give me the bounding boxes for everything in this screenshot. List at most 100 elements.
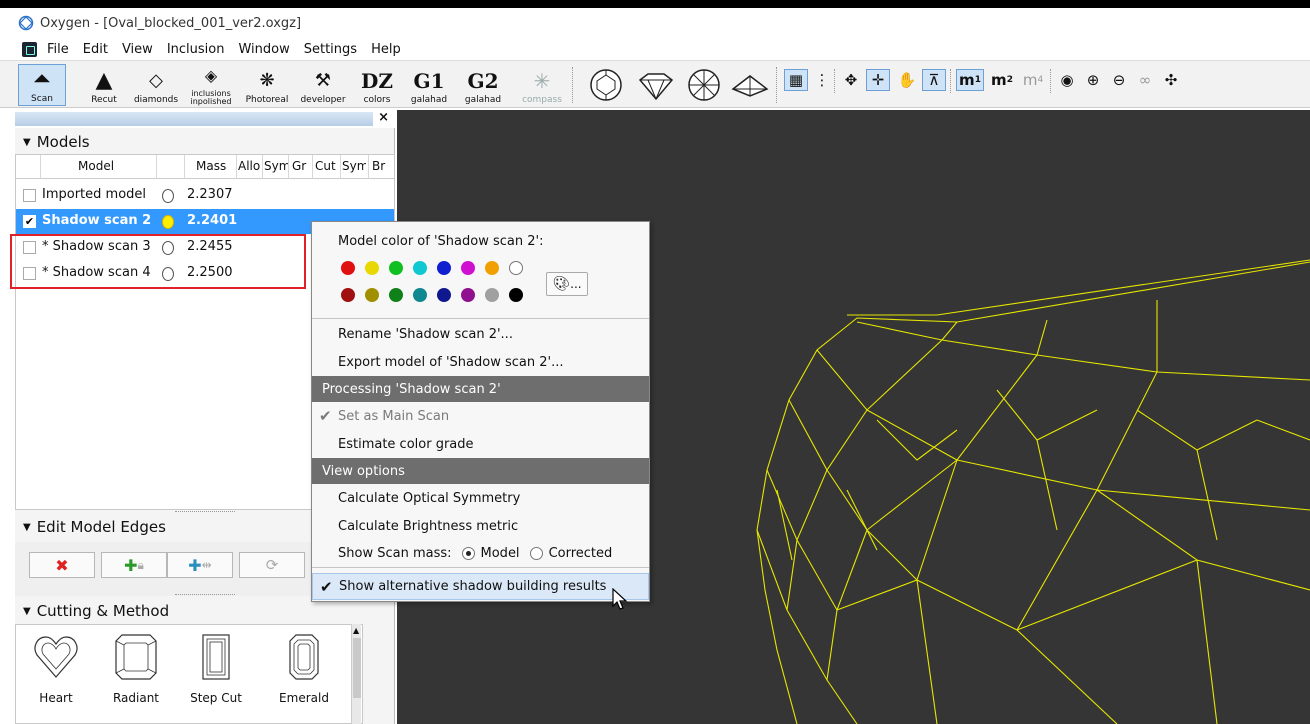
color-swatch-red[interactable]	[341, 261, 355, 275]
col-gr[interactable]: Gr	[292, 159, 306, 173]
zoom-out-icon[interactable]: ⊖	[1108, 69, 1130, 91]
shapes-scrollbar[interactable]: ▲	[351, 624, 361, 724]
photoreal-button[interactable]: ❋ Photoreal	[242, 64, 292, 106]
color-swatch-orange[interactable]	[485, 261, 499, 275]
scan-button[interactable]: ⏶ Scan	[18, 64, 66, 106]
splitter-grip[interactable]	[175, 511, 235, 514]
scroll-up-arrow-icon[interactable]: ▲	[353, 626, 359, 635]
splitter-grip[interactable]	[175, 594, 235, 597]
model-checkbox[interactable]	[23, 189, 36, 202]
m1-sub: 1	[974, 75, 981, 85]
m1-button[interactable]: m1	[956, 69, 984, 91]
pan-icon[interactable]: ✛	[866, 69, 890, 91]
scan-mass-corrected-label[interactable]: Corrected	[549, 546, 613, 561]
optical-symmetry-menu-item[interactable]: Calculate Optical Symmetry	[312, 485, 649, 511]
color-swatch-navy[interactable]	[437, 288, 451, 302]
brightness-metric-menu-item[interactable]: Calculate Brightness metric	[312, 513, 649, 539]
g2-galahad-button[interactable]: G2 galahad	[462, 64, 504, 106]
delete-edge-button[interactable]: ✖	[29, 552, 95, 578]
menu-window[interactable]: Window	[238, 42, 289, 57]
inclusions-button[interactable]: ◈ inclusions inpolished	[184, 64, 238, 106]
zoom-in-icon[interactable]: ⊕	[1082, 69, 1104, 91]
projection-icon[interactable]: ⊼	[922, 69, 946, 91]
models-section-header[interactable]: ▼ Models	[15, 130, 395, 154]
color-swatch-cyan[interactable]	[413, 261, 427, 275]
menu-separator	[312, 567, 649, 568]
processing-section-label: Processing 'Shadow scan 2'	[322, 381, 501, 397]
panel-title-bar[interactable]	[15, 112, 373, 126]
color-swatch-green[interactable]	[389, 261, 403, 275]
menu-settings[interactable]: Settings	[304, 42, 357, 57]
close-panel-icon[interactable]: ×	[378, 110, 389, 125]
eye-icon[interactable]: ◉	[1056, 69, 1078, 91]
compass-button[interactable]: ✳ compass	[518, 64, 566, 106]
color-swatch-dark-red[interactable]	[341, 288, 355, 302]
col-mass[interactable]: Mass	[196, 159, 226, 173]
menu-view[interactable]: View	[122, 42, 153, 57]
round-3d-view-icon[interactable]	[730, 73, 770, 99]
recut-button[interactable]: ▲ Recut	[84, 64, 124, 106]
model-row-imported[interactable]: Imported model 2.2307	[16, 183, 394, 208]
round-side-view-icon[interactable]	[636, 71, 676, 101]
diamonds-button[interactable]: ◇ diamonds	[131, 64, 181, 106]
g1-galahad-button[interactable]: G1 galahad	[408, 64, 450, 106]
color-swatch-purple[interactable]	[461, 288, 475, 302]
app-menu-icon[interactable]	[22, 41, 37, 57]
hand-icon[interactable]: ✋	[896, 69, 918, 91]
alt-shadow-results-menu-item[interactable]: ✔ Show alternative shadow building resul…	[312, 573, 649, 600]
menu-inclusion[interactable]: Inclusion	[167, 42, 225, 57]
scan-mass-corrected-radio[interactable]	[529, 546, 543, 560]
m2-button[interactable]: m2	[988, 69, 1016, 91]
menu-help[interactable]: Help	[371, 42, 401, 57]
scroll-thumb[interactable]	[353, 638, 361, 698]
color-swatch-yellow[interactable]	[365, 261, 379, 275]
col-sym-1[interactable]: Sym	[264, 159, 288, 173]
scan-mass-model-label[interactable]: Model	[481, 546, 520, 561]
col-cut[interactable]: Cut	[315, 159, 336, 173]
menu-file[interactable]: File	[47, 42, 69, 57]
shape-step-cut[interactable]: Step Cut	[178, 633, 254, 705]
set-main-scan-menu-item[interactable]: ✔ Set as Main Scan	[312, 403, 649, 429]
refresh-edges-button[interactable]: ⟳	[239, 552, 305, 578]
add-locked-edge-button[interactable]: ✚ 🔒︎	[101, 552, 167, 578]
dz-colors-button[interactable]: DZ colors	[357, 64, 397, 106]
round-bottom-view-icon[interactable]	[686, 67, 722, 103]
brightness-label: Calculate Brightness metric	[338, 518, 519, 534]
color-swatch-olive[interactable]	[365, 288, 379, 302]
color-swatch-blue[interactable]	[437, 261, 451, 275]
toolbar-separator	[776, 67, 778, 103]
vertical-bar-icon[interactable]: ⋮	[812, 69, 832, 91]
menu-bar: File Edit View Inclusion Window Settings…	[0, 38, 1310, 60]
shape-emerald[interactable]: Emerald	[266, 633, 342, 705]
oxygen-logo-icon	[18, 15, 34, 31]
move-icon[interactable]: ✥	[840, 69, 862, 91]
optical-sym-label: Calculate Optical Symmetry	[338, 490, 521, 506]
model-checkbox[interactable]: ✔	[23, 215, 36, 228]
add-split-edge-button[interactable]: ✚ ⇹	[167, 552, 233, 578]
color-swatch-black[interactable]	[509, 288, 523, 302]
col-allo[interactable]: Allo	[238, 159, 262, 173]
grid-view-icon[interactable]: ▦	[784, 69, 808, 91]
color-swatch-dark-green[interactable]	[389, 288, 403, 302]
shape-radiant[interactable]: Radiant	[98, 633, 174, 705]
col-br[interactable]: Br	[372, 159, 385, 173]
cutting-section-header[interactable]: ▼ Cutting & Method	[15, 599, 395, 623]
m4-button[interactable]: m4	[1020, 69, 1046, 91]
estimate-color-grade-menu-item[interactable]: Estimate color grade	[312, 431, 649, 457]
export-menu-item[interactable]: Export model of 'Shadow scan 2'...	[312, 349, 649, 375]
developer-button[interactable]: ⚒ developer	[297, 64, 349, 106]
custom-color-button[interactable]: 🎨︎ ...	[546, 272, 588, 296]
color-swatch-white[interactable]	[509, 261, 523, 275]
menu-edit[interactable]: Edit	[83, 42, 108, 57]
col-sym-2[interactable]: Sym	[342, 159, 366, 173]
shape-heart[interactable]: Heart	[18, 633, 94, 705]
color-swatch-teal[interactable]	[413, 288, 427, 302]
col-model[interactable]: Model	[78, 159, 114, 173]
color-swatch-gray[interactable]	[485, 288, 499, 302]
round-top-view-icon[interactable]	[588, 67, 624, 103]
scan-mass-model-radio[interactable]	[461, 546, 475, 560]
rename-menu-item[interactable]: Rename 'Shadow scan 2'...	[312, 321, 649, 347]
glasses-icon[interactable]: ∞	[1134, 69, 1156, 91]
fit-view-icon[interactable]: ✣	[1160, 69, 1182, 91]
color-swatch-magenta[interactable]	[461, 261, 475, 275]
